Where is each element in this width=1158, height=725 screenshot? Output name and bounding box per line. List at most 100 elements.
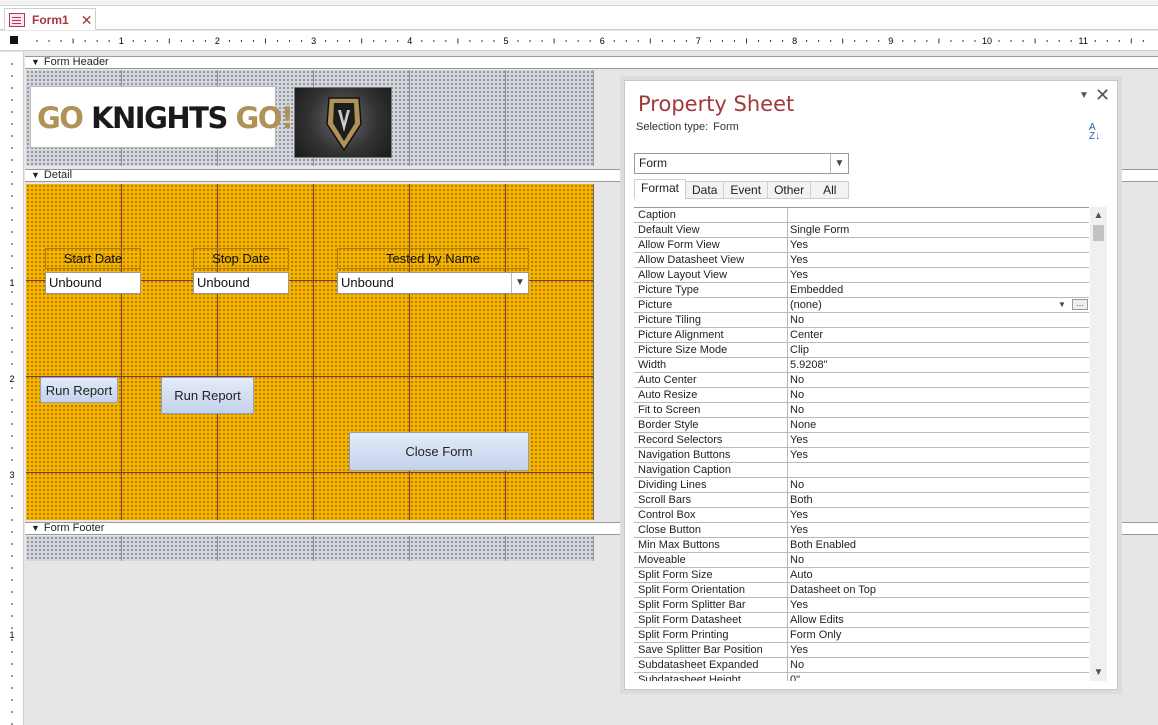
property-value[interactable]: No — [788, 388, 1089, 402]
property-value[interactable]: Yes — [788, 433, 1089, 447]
property-value[interactable]: Form Only — [788, 628, 1089, 642]
chevron-down-icon[interactable]: ▼ — [830, 154, 848, 173]
close-tab-icon[interactable]: ✕ — [81, 13, 93, 27]
property-value[interactable]: (none) ▼... — [788, 298, 1089, 312]
property-row[interactable]: Split Form Datasheet Allow Edits — [634, 613, 1089, 628]
property-name: Moveable — [634, 553, 788, 567]
property-row[interactable]: Picture Size Mode Clip — [634, 343, 1089, 358]
scroll-down-icon[interactable]: ▼ — [1090, 664, 1107, 681]
property-value[interactable]: Yes — [788, 598, 1089, 612]
property-row[interactable]: Navigation Caption — [634, 463, 1089, 478]
property-row[interactable]: Moveable No — [634, 553, 1089, 568]
build-ellipsis-button[interactable]: ... — [1072, 299, 1088, 310]
tab-format[interactable]: Format — [634, 179, 687, 199]
chevron-down-icon[interactable]: ▼ — [511, 273, 528, 293]
property-row[interactable]: Min Max Buttons Both Enabled — [634, 538, 1089, 553]
property-row[interactable]: Record Selectors Yes — [634, 433, 1089, 448]
property-value[interactable] — [788, 463, 1089, 477]
property-row[interactable]: Picture Type Embedded — [634, 283, 1089, 298]
run-report-button-1[interactable]: Run Report — [40, 377, 118, 403]
property-row[interactable]: Close Button Yes — [634, 523, 1089, 538]
property-row[interactable]: Default View Single Form — [634, 223, 1089, 238]
property-value[interactable]: Yes — [788, 448, 1089, 462]
golden-knights-helmet-image[interactable] — [294, 87, 392, 158]
property-row[interactable]: Picture (none) ▼... — [634, 298, 1089, 313]
property-value[interactable]: Yes — [788, 508, 1089, 522]
property-value[interactable]: Clip — [788, 343, 1089, 357]
property-value[interactable] — [788, 208, 1089, 222]
horizontal-ruler[interactable]: 1 2 3 4 5 6 7 8 9 10 11 — [0, 31, 1158, 51]
property-value[interactable]: 5.9208" — [788, 358, 1089, 372]
property-value[interactable]: No — [788, 313, 1089, 327]
chevron-down-icon[interactable]: ▼ — [1055, 299, 1069, 310]
tab-event[interactable]: Event — [724, 181, 769, 199]
property-row[interactable]: Allow Datasheet View Yes — [634, 253, 1089, 268]
property-value[interactable]: Allow Edits — [788, 613, 1089, 627]
property-row[interactable]: Save Splitter Bar Position Yes — [634, 643, 1089, 658]
tested-by-name-combobox[interactable]: Unbound ▼ — [337, 272, 529, 294]
sort-icon[interactable]: A Z↓ — [1089, 123, 1100, 142]
property-value[interactable]: No — [788, 478, 1089, 492]
property-row[interactable]: Picture Alignment Center — [634, 328, 1089, 343]
run-report-button-2[interactable]: Run Report — [161, 377, 254, 414]
property-value[interactable]: Yes — [788, 523, 1089, 537]
property-value[interactable]: No — [788, 373, 1089, 387]
property-row[interactable]: Width 5.9208" — [634, 358, 1089, 373]
property-row[interactable]: Fit to Screen No — [634, 403, 1089, 418]
property-value[interactable]: Yes — [788, 253, 1089, 267]
property-value[interactable]: Embedded — [788, 283, 1089, 297]
tab-data[interactable]: Data — [686, 181, 725, 199]
go-knights-go-logo[interactable]: GO KNIGHTS GO! — [30, 86, 294, 148]
property-grid-scrollbar[interactable]: ▲ ▼ — [1090, 207, 1107, 681]
property-row[interactable]: Picture Tiling No — [634, 313, 1089, 328]
scrollbar-thumb[interactable] — [1093, 225, 1104, 241]
property-row[interactable]: Caption — [634, 208, 1089, 223]
vertical-ruler[interactable]: 1231 — [0, 52, 24, 725]
property-row[interactable]: Navigation Buttons Yes — [634, 448, 1089, 463]
property-name: Allow Layout View — [634, 268, 788, 282]
property-row[interactable]: Split Form Splitter Bar Yes — [634, 598, 1089, 613]
property-value[interactable]: None — [788, 418, 1089, 432]
scroll-up-icon[interactable]: ▲ — [1090, 207, 1107, 224]
property-row[interactable]: Allow Form View Yes — [634, 238, 1089, 253]
object-selector-dropdown[interactable]: Form ▼ — [634, 153, 849, 174]
property-value[interactable]: Yes — [788, 643, 1089, 657]
property-value[interactable]: Single Form — [788, 223, 1089, 237]
property-row[interactable]: Auto Resize No — [634, 388, 1089, 403]
tested-by-name-label[interactable]: Tested by Name — [337, 248, 529, 269]
property-value[interactable]: Auto — [788, 568, 1089, 582]
property-row[interactable]: Allow Layout View Yes — [634, 268, 1089, 283]
property-row[interactable]: Split Form Orientation Datasheet on Top — [634, 583, 1089, 598]
start-date-label[interactable]: Start Date — [45, 248, 141, 269]
property-row[interactable]: Border Style None — [634, 418, 1089, 433]
property-row[interactable]: Control Box Yes — [634, 508, 1089, 523]
property-row[interactable]: Subdatasheet Height 0" — [634, 673, 1089, 681]
property-value[interactable]: Both — [788, 493, 1089, 507]
property-value[interactable]: Datasheet on Top — [788, 583, 1089, 597]
property-row[interactable]: Split Form Printing Form Only — [634, 628, 1089, 643]
document-tab-form1[interactable]: Form1 ✕ — [4, 8, 96, 30]
property-row[interactable]: Scroll Bars Both — [634, 493, 1089, 508]
form-footer-section[interactable] — [26, 536, 594, 561]
property-value[interactable]: No — [788, 403, 1089, 417]
property-row[interactable]: Split Form Size Auto — [634, 568, 1089, 583]
property-row[interactable]: Dividing Lines No — [634, 478, 1089, 493]
property-value[interactable]: No — [788, 658, 1089, 672]
property-value[interactable]: Center — [788, 328, 1089, 342]
stop-date-textbox[interactable]: Unbound — [193, 272, 289, 294]
start-date-textbox[interactable]: Unbound — [45, 272, 141, 294]
property-value[interactable]: 0" — [788, 673, 1089, 681]
property-value[interactable]: Both Enabled — [788, 538, 1089, 552]
property-value[interactable]: No — [788, 553, 1089, 567]
pane-options-icon[interactable]: ▼ — [1079, 90, 1089, 101]
tab-other[interactable]: Other — [768, 181, 812, 199]
close-pane-icon[interactable]: ✕ — [1095, 85, 1110, 106]
property-value[interactable]: Yes — [788, 238, 1089, 252]
tab-all[interactable]: All — [811, 181, 850, 199]
property-row[interactable]: Auto Center No — [634, 373, 1089, 388]
property-value[interactable]: Yes — [788, 268, 1089, 282]
property-row[interactable]: Subdatasheet Expanded No — [634, 658, 1089, 673]
form-header-bar[interactable]: ▼ Form Header — [25, 56, 1158, 69]
stop-date-label[interactable]: Stop Date — [193, 248, 289, 269]
close-form-button[interactable]: Close Form — [349, 432, 529, 471]
